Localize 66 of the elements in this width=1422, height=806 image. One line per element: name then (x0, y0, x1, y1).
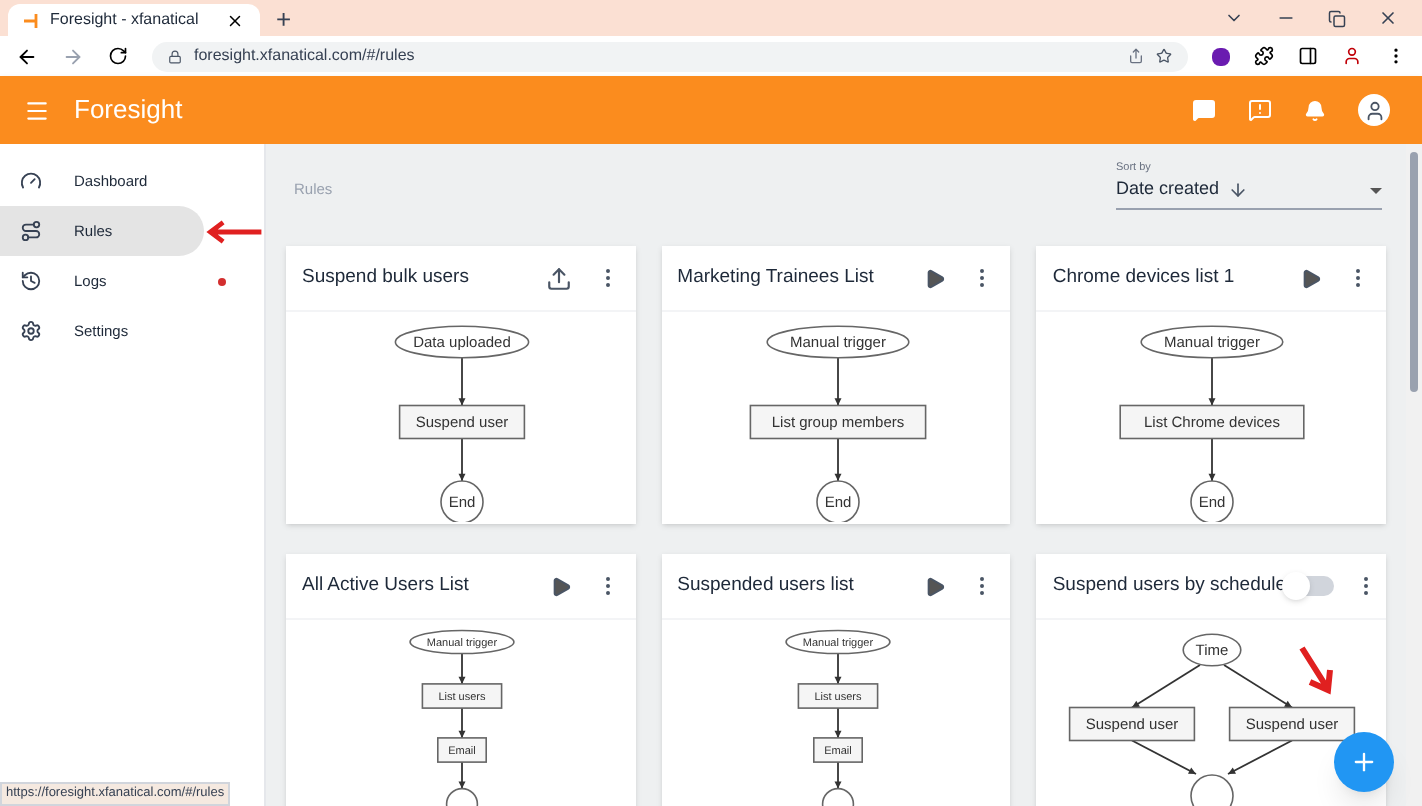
connector-arrow (458, 707, 466, 739)
route-icon (20, 220, 42, 242)
chat-icon (1192, 98, 1216, 122)
connector-arrow (1131, 664, 1202, 709)
flow-end-node (1190, 774, 1235, 806)
connector-arrow (833, 652, 841, 685)
feedback-icon (1248, 98, 1272, 122)
play-icon (924, 267, 947, 289)
tab-title: Foresight - xfanatical (50, 8, 201, 32)
card-title: All Active Users List (302, 571, 471, 600)
share-icon (1128, 48, 1144, 64)
card-title: Suspended users list (677, 571, 856, 600)
card-title: Marketing Trainees List (677, 263, 876, 292)
new-tab-button[interactable]: + (260, 6, 308, 36)
restore-icon (1328, 9, 1346, 27)
close-tab-icon (226, 11, 244, 29)
connector-arrow (1209, 437, 1217, 482)
connector-arrow (458, 356, 466, 407)
toggle-switch[interactable] (1286, 576, 1335, 596)
history-icon (20, 270, 42, 292)
annotation-arrow-icon (203, 217, 264, 245)
lock-icon (168, 49, 182, 63)
plus-icon (1350, 748, 1378, 776)
connector-arrow (1209, 356, 1217, 407)
flow-end-node (445, 787, 479, 806)
extensions-icon (1254, 46, 1274, 66)
play-icon (924, 575, 947, 597)
gauge-icon (20, 170, 42, 192)
browser-tab[interactable]: Foresight - xfanatical (8, 4, 260, 36)
connector-arrow (1131, 739, 1198, 775)
connector-arrow (1227, 739, 1294, 775)
caret-icon (1370, 187, 1382, 193)
menu-icon (24, 97, 50, 123)
connector-arrow (1223, 664, 1294, 709)
forward-icon (62, 45, 84, 67)
connector-arrow (458, 437, 466, 482)
profile-icon (1342, 46, 1362, 66)
back-icon (16, 45, 38, 67)
side-panel-icon (1298, 46, 1318, 66)
card-title: Chrome devices list 1 (1052, 263, 1237, 292)
flow-end-node (821, 787, 854, 806)
reload-icon (108, 46, 128, 66)
connector-arrow (833, 707, 841, 739)
person-icon (1363, 99, 1385, 121)
settings-icon (20, 320, 42, 342)
play-icon (549, 575, 572, 597)
close-window-icon (1378, 8, 1398, 28)
extension-icon[interactable] (1212, 47, 1230, 65)
connector-arrow (458, 761, 466, 790)
notifications-icon (1304, 99, 1326, 121)
url-text: foresight.xfanatical.com/#/rules (194, 44, 417, 68)
avatar[interactable] (1358, 94, 1390, 126)
connector-arrow (833, 761, 841, 790)
annotation-arrow-icon (1296, 644, 1336, 696)
tab-favicon-icon (24, 13, 38, 27)
bookmark-icon (1156, 48, 1172, 64)
card-title: Suspend bulk users (302, 263, 471, 292)
play-icon (1300, 267, 1322, 289)
connector-arrow (833, 437, 841, 482)
connector-arrow (833, 356, 841, 407)
connector-arrow (458, 652, 466, 685)
card-title: Suspend users by schedule (1052, 571, 1287, 600)
address-bar[interactable]: foresight.xfanatical.com/#/rules (152, 41, 1188, 71)
upload-icon (545, 265, 572, 291)
app-title: Foresight (74, 92, 185, 129)
sort-direction-icon (1227, 180, 1248, 200)
